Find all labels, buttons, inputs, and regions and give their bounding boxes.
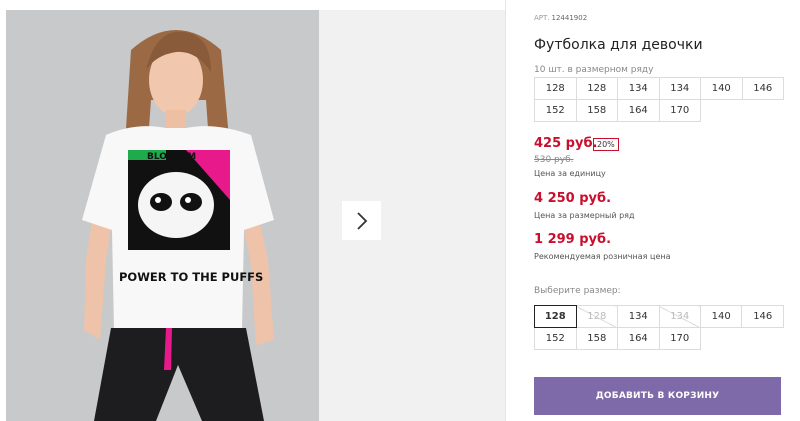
sku-line: АРТ. 12441902 [534, 14, 587, 22]
size-option[interactable]: 146 [741, 305, 784, 328]
pack-size-cell: 152 [534, 99, 577, 122]
pack-size-cell: 140 [700, 77, 743, 100]
size-option[interactable]: 134 [617, 305, 660, 328]
product-photo-illustration: BLOSSOM POWER TO THE PUFFS [6, 10, 319, 421]
size-select-label: Выберите размер: [534, 286, 621, 296]
empty-cell [742, 100, 784, 122]
chevron-right-icon [356, 211, 367, 230]
product-photo: BLOSSOM POWER TO THE PUFFS [6, 10, 319, 421]
size-option[interactable]: 164 [617, 327, 660, 350]
add-to-cart-button[interactable]: ДОБАВИТЬ В КОРЗИНУ [534, 377, 781, 415]
gallery-next-button[interactable] [342, 201, 381, 240]
pack-size-cell: 158 [575, 99, 618, 122]
pack-size-cell: 146 [741, 77, 784, 100]
sku-label: АРТ. [534, 14, 550, 22]
pack-note: 10 шт. в размерном ряду [534, 65, 654, 75]
tshirt-brand-text: BLOSSOM [147, 152, 196, 162]
retail-price: 1 299 руб. [534, 232, 612, 247]
empty-cell [742, 328, 784, 350]
unit-price-caption: Цена за единицу [534, 169, 606, 178]
size-option[interactable]: 170 [658, 327, 701, 350]
empty-cell [701, 100, 743, 122]
size-option-unavailable[interactable]: 128 [575, 305, 619, 328]
pack-price-caption: Цена за размерный ряд [534, 211, 635, 220]
pack-size-cell: 134 [658, 77, 701, 100]
unit-price: 425 руб. [534, 136, 598, 151]
pack-size-cell: 134 [617, 77, 660, 100]
pack-size-cell: 164 [617, 99, 660, 122]
pack-price: 4 250 руб. [534, 191, 612, 206]
tshirt-print-text: POWER TO THE PUFFS [119, 270, 263, 284]
size-option[interactable]: 158 [575, 327, 619, 350]
old-price: 530 руб. [534, 155, 574, 165]
size-option[interactable]: 152 [534, 327, 577, 350]
size-option-selected[interactable]: 128 [534, 305, 577, 328]
pack-size-cell: 170 [658, 99, 701, 122]
size-option[interactable]: 140 [699, 305, 743, 328]
product-gallery: BLOSSOM POWER TO THE PUFFS [0, 0, 505, 421]
sku-value: 12441902 [551, 14, 588, 22]
size-selector: 128 128 134 134 140 146 152 158 164 170 [534, 305, 784, 350]
empty-cell [700, 328, 741, 350]
product-title: Футболка для девочки [534, 37, 703, 53]
pack-size-cell: 128 [534, 77, 577, 100]
pack-size-cell: 128 [575, 77, 618, 100]
panel-divider [505, 0, 506, 421]
retail-price-caption: Рекомендуемая розничная цена [534, 252, 671, 261]
discount-badge: 20% [593, 138, 619, 151]
size-option-unavailable[interactable]: 134 [658, 305, 701, 328]
pack-size-table: 128 128 134 134 140 146 152 158 164 170 [534, 77, 784, 122]
product-info-panel: АРТ. 12441902 Футболка для девочки 10 шт.… [534, 0, 784, 421]
